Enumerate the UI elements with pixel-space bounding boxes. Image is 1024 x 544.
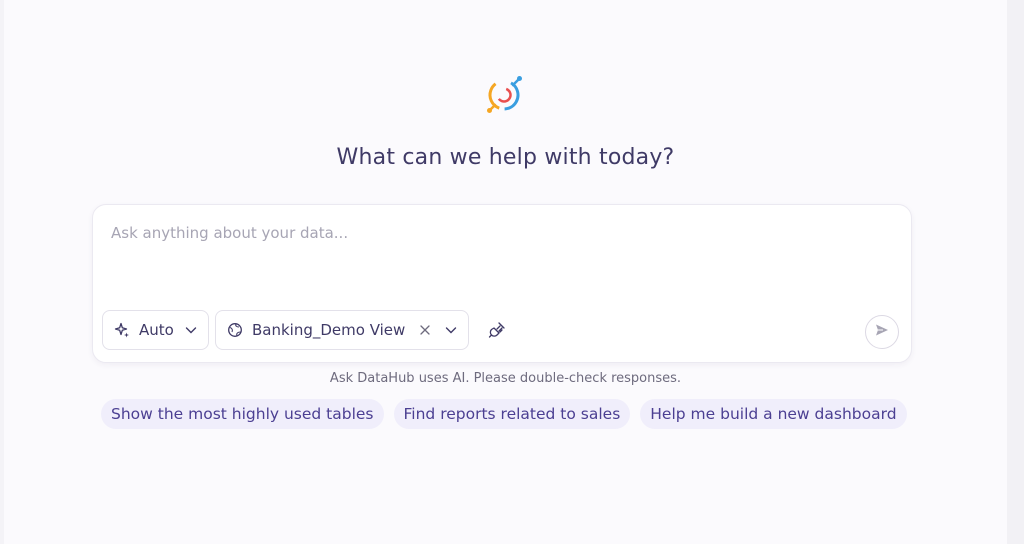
- mode-label: Auto: [139, 321, 174, 339]
- chevron-down-icon: [184, 323, 198, 337]
- datahub-logo-icon: [482, 73, 526, 117]
- view-selector[interactable]: Banking_Demo View: [215, 310, 469, 350]
- send-button[interactable]: [865, 315, 899, 349]
- globe-icon: [226, 321, 244, 339]
- main-panel: What can we help with today? Auto: [4, 0, 1007, 544]
- sparkle-icon: [113, 321, 131, 339]
- ai-disclaimer: Ask DataHub uses AI. Please double-check…: [329, 371, 682, 386]
- send-icon: [874, 322, 890, 342]
- view-label: Banking_Demo View: [252, 321, 406, 339]
- chevron-down-icon: [444, 323, 458, 337]
- suggestion-chip[interactable]: Find reports related to sales: [393, 399, 631, 429]
- plug-icon[interactable]: [487, 320, 507, 340]
- suggestion-chip[interactable]: Show the most highly used tables: [101, 399, 384, 429]
- chat-composer: Auto Banking_Demo View: [92, 204, 912, 363]
- right-edge-panel: [1007, 0, 1024, 544]
- clear-view-icon[interactable]: [418, 323, 432, 337]
- suggestion-chip[interactable]: Help me build a new dashboard: [640, 399, 907, 429]
- mode-selector[interactable]: Auto: [102, 310, 209, 350]
- page-title: What can we help with today?: [336, 145, 675, 170]
- suggestion-list: Show the most highly used tables Find re…: [101, 399, 907, 429]
- prompt-input[interactable]: [111, 221, 871, 245]
